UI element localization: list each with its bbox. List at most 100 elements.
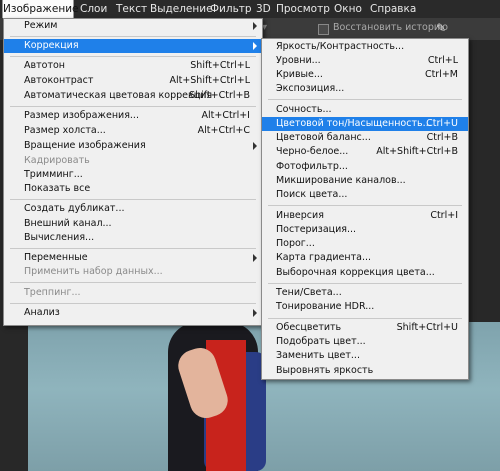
correction-menu-item[interactable]: Уровни... Ctrl+L xyxy=(262,54,468,68)
menu-item-shortcut: Shift+Ctrl+L xyxy=(190,60,250,71)
menu-item-label: Тримминг... xyxy=(24,169,83,180)
brush-icon[interactable]: ✎ xyxy=(436,21,446,35)
menu-item-shortcut: Alt+Ctrl+I xyxy=(201,110,251,121)
menu-bar: Изображение Слои Текст Выделение Фильтр … xyxy=(0,0,500,18)
submenu-arrow-icon xyxy=(253,42,257,50)
menu-item-shortcut: Alt+Ctrl+C xyxy=(197,125,250,136)
correction-menu-item[interactable]: Кривые... Ctrl+M xyxy=(262,68,468,82)
menu-item-label: Яркость/Контрастность... xyxy=(276,41,405,52)
menu-view[interactable]: Просмотр xyxy=(276,0,330,18)
menu-item-label: Порог... xyxy=(276,238,315,249)
menu-separator xyxy=(268,205,462,206)
menu-item-shortcut: Ctrl+U xyxy=(426,118,458,129)
menu-separator xyxy=(10,36,256,37)
image-menu-item[interactable]: Режим xyxy=(4,19,262,33)
menu-type[interactable]: Текст xyxy=(116,0,147,18)
restore-history-label: Восстановить историю xyxy=(333,22,449,33)
menu-item-label: Выборочная коррекция цвета... xyxy=(276,267,435,278)
correction-menu-item[interactable]: Подобрать цвет... xyxy=(262,335,468,349)
menu-item-label: Режим xyxy=(24,20,58,31)
image-menu-item[interactable]: Коррекция xyxy=(4,39,262,53)
image-menu-item[interactable]: Анализ xyxy=(4,306,262,320)
correction-menu-item[interactable]: Поиск цвета... xyxy=(262,188,468,202)
image-menu-item[interactable]: Размер холста... Alt+Ctrl+C xyxy=(4,124,262,138)
menu-item-label: Цветовой баланс... xyxy=(276,132,371,143)
correction-menu-item[interactable]: Сочность... xyxy=(262,103,468,117)
correction-menu-item[interactable]: Тонирование HDR... xyxy=(262,300,468,314)
image-menu-item[interactable]: Создать дубликат... xyxy=(4,202,262,216)
menu-item-label: Инверсия xyxy=(276,210,324,221)
submenu-arrow-icon xyxy=(253,22,257,30)
menu-item-shortcut: Shift+Ctrl+U xyxy=(396,322,458,333)
menu-image[interactable]: Изображение xyxy=(2,0,79,18)
menu-item-label: Цветовой тон/Насыщенность... xyxy=(276,118,432,129)
menu-item-label: Заменить цвет... xyxy=(276,350,360,361)
menu-item-label: Применить набор данных... xyxy=(24,266,163,277)
image-menu-item[interactable]: Переменные xyxy=(4,251,262,265)
menu-separator xyxy=(268,99,462,100)
image-menu-item[interactable]: Автоматическая цветовая коррекция Shift+C… xyxy=(4,89,262,103)
correction-menu-item[interactable]: Цветовой тон/Насыщенность... Ctrl+U xyxy=(262,117,468,131)
restore-history-checkbox[interactable] xyxy=(318,24,329,35)
correction-menu-item[interactable]: Фотофильтр... xyxy=(262,160,468,174)
menu-item-label: Подобрать цвет... xyxy=(276,336,366,347)
image-menu-item[interactable]: Показать все xyxy=(4,182,262,196)
menu-layers[interactable]: Слои xyxy=(80,0,107,18)
image-menu-item[interactable]: Автотон Shift+Ctrl+L xyxy=(4,59,262,73)
correction-menu-item[interactable]: Микширование каналов... xyxy=(262,174,468,188)
menu-item-label: Карта градиента... xyxy=(276,252,372,263)
menu-item-label: Уровни... xyxy=(276,55,321,66)
correction-menu-item[interactable]: Карта градиента... xyxy=(262,251,468,265)
menu-item-label: Показать все xyxy=(24,183,91,194)
correction-menu-item[interactable]: Яркость/Контрастность... xyxy=(262,40,468,54)
menu-item-label: Внешний канал... xyxy=(24,218,112,229)
image-menu-item[interactable]: Размер изображения... Alt+Ctrl+I xyxy=(4,109,262,123)
image-menu-item[interactable]: Автоконтраст Alt+Shift+Ctrl+L xyxy=(4,74,262,88)
menu-item-label: Размер холста... xyxy=(24,125,106,136)
menu-item-label: Постеризация... xyxy=(276,224,357,235)
menu-3d[interactable]: 3D xyxy=(256,0,271,18)
image-menu-item[interactable]: Внешний канал... xyxy=(4,217,262,231)
menu-item-label: Вращение изображения xyxy=(24,140,146,151)
image-menu-item[interactable]: Вычисления... xyxy=(4,231,262,245)
image-menu-item: Кадрировать xyxy=(4,154,262,168)
menu-separator xyxy=(268,283,462,284)
correction-menu-item[interactable]: Постеризация... xyxy=(262,223,468,237)
menu-separator xyxy=(268,318,462,319)
correction-menu-item[interactable]: Выборочная коррекция цвета... xyxy=(262,266,468,280)
correction-menu-item[interactable]: Инверсия Ctrl+I xyxy=(262,209,468,223)
menu-item-label: Коррекция xyxy=(24,40,79,51)
menu-item-shortcut: Ctrl+L xyxy=(427,55,458,66)
menu-item-label: Сочность... xyxy=(276,104,332,115)
correction-menu-item[interactable]: Черно-белое... Alt+Shift+Ctrl+B xyxy=(262,145,468,159)
menu-item-label: Создать дубликат... xyxy=(24,203,125,214)
submenu-arrow-icon xyxy=(253,254,257,262)
image-menu-item[interactable]: Тримминг... xyxy=(4,168,262,182)
correction-menu-item[interactable]: Обесцветить Shift+Ctrl+U xyxy=(262,321,468,335)
menu-help[interactable]: Справка xyxy=(370,0,416,18)
menu-item-label: Тени/Света... xyxy=(276,287,342,298)
correction-menu-item[interactable]: Экспозиция... xyxy=(262,82,468,96)
menu-item-label: Вычисления... xyxy=(24,232,95,243)
menu-item-label: Переменные xyxy=(24,252,88,263)
correction-menu-item[interactable]: Тени/Света... xyxy=(262,286,468,300)
menu-item-label: Кадрировать xyxy=(24,155,90,166)
menu-separator xyxy=(10,248,256,249)
image-menu-item[interactable]: Вращение изображения xyxy=(4,139,262,153)
menu-item-shortcut: Ctrl+I xyxy=(430,210,458,221)
correction-submenu: Яркость/Контрастность... Уровни... Ctrl+L К… xyxy=(261,38,469,380)
menu-separator xyxy=(10,106,256,107)
correction-menu-item[interactable]: Порог... xyxy=(262,237,468,251)
menu-item-label: Фотофильтр... xyxy=(276,161,348,172)
correction-menu-item[interactable]: Заменить цвет... xyxy=(262,349,468,363)
correction-menu-item[interactable]: Цветовой баланс... Ctrl+B xyxy=(262,131,468,145)
menu-filter[interactable]: Фильтр xyxy=(210,0,252,18)
menu-item-shortcut: Ctrl+M xyxy=(424,69,458,80)
menu-window[interactable]: Окно xyxy=(334,0,362,18)
menu-item-label: Тонирование HDR... xyxy=(276,301,375,312)
menu-item-label: Обесцветить xyxy=(276,322,342,333)
menu-select[interactable]: Выделение xyxy=(150,0,213,18)
menu-item-shortcut: Alt+Shift+Ctrl+L xyxy=(169,75,250,86)
correction-menu-item[interactable]: Выровнять яркость xyxy=(262,364,468,378)
menu-item-label: Кривые... xyxy=(276,69,323,80)
